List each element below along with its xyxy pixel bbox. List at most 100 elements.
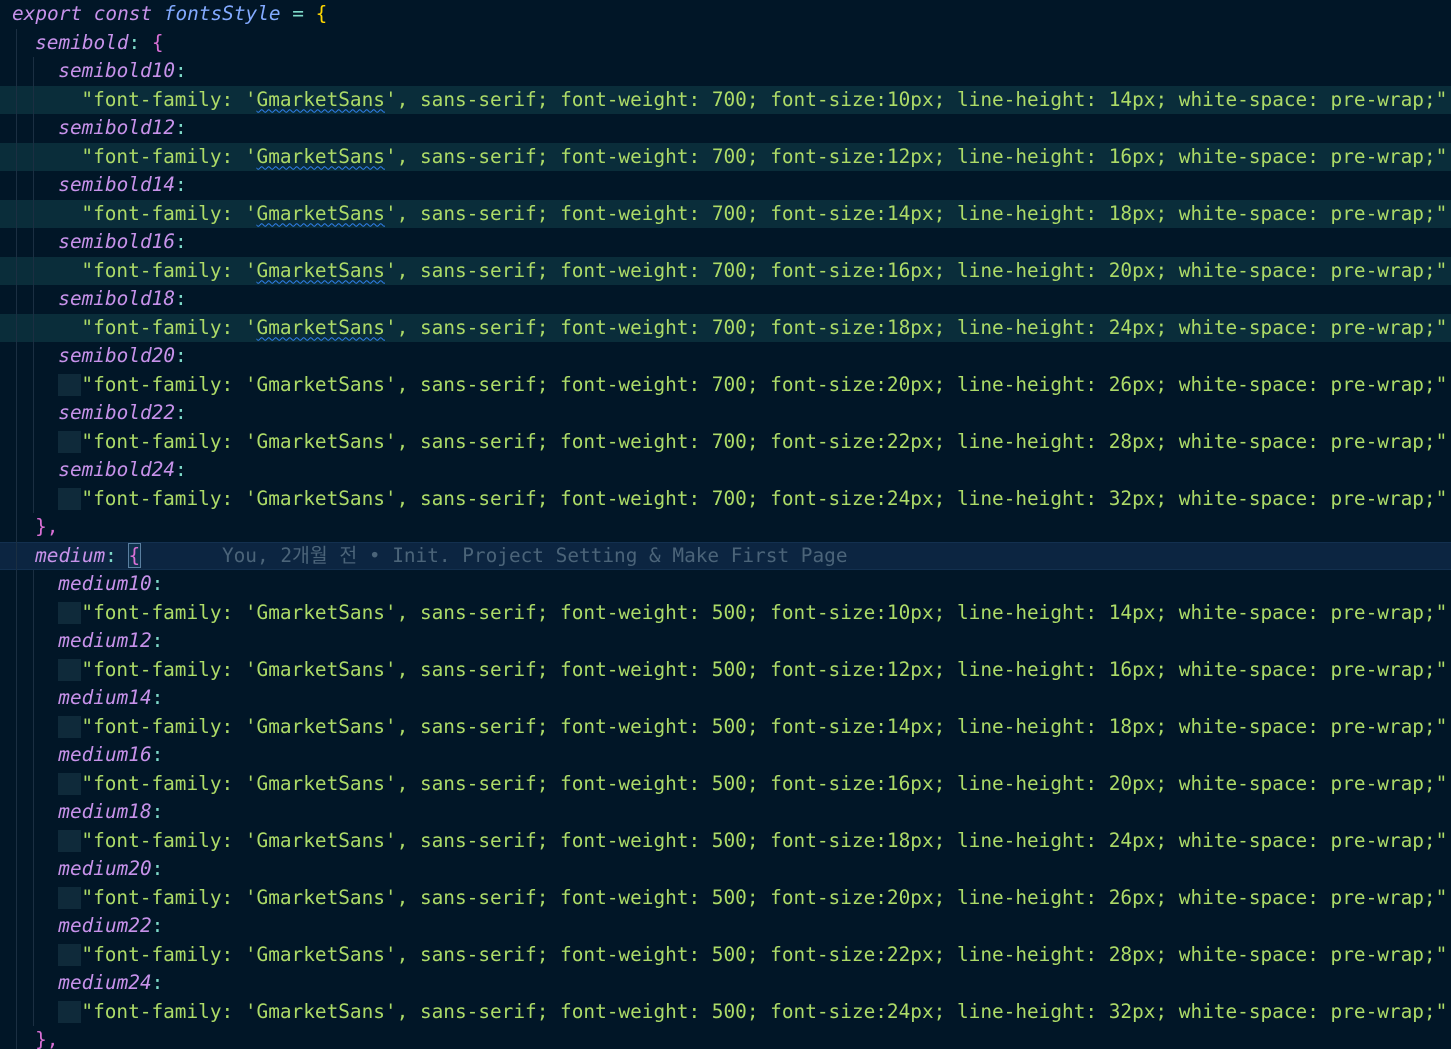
entry-key: semibold24 [58, 458, 176, 481]
assign-operator: = [280, 2, 316, 25]
colon: : [105, 543, 129, 567]
entry-key: medium24 [58, 971, 152, 994]
code-line[interactable]: semibold16: [0, 228, 1451, 257]
entry-key: semibold20 [58, 344, 176, 367]
code-line[interactable]: medium16: [0, 741, 1451, 770]
entry-key: semibold14 [58, 173, 176, 196]
line-content: "font-family: 'GmarketSans', sans-serif;… [81, 86, 1451, 115]
code-line[interactable]: "font-family: 'GmarketSans', sans-serif;… [0, 998, 1451, 1027]
line-content: "font-family: 'GmarketSans', sans-serif;… [81, 428, 1451, 457]
close-brace: }, [35, 515, 59, 538]
code-line[interactable]: "font-family: 'GmarketSans', sans-serif;… [0, 485, 1451, 514]
group-key: semibold [35, 30, 129, 54]
code-line[interactable]: "font-family: 'GmarketSans', sans-serif;… [0, 656, 1451, 685]
code-line[interactable]: "font-family: 'GmarketSans', sans-serif;… [0, 599, 1451, 628]
line-content: "font-family: 'GmarketSans', sans-serif;… [81, 143, 1451, 172]
git-blame-annotation: You, 2개월 전 • Init. Project Setting & Mak… [221, 543, 848, 567]
line-content: "font-family: 'GmarketSans', sans-serif;… [81, 200, 1451, 229]
code-line[interactable]: semibold18: [0, 285, 1451, 314]
line-content: semibold14: [58, 171, 186, 200]
code-line[interactable]: "font-family: 'GmarketSans', sans-serif;… [0, 713, 1451, 742]
entry-value: "font-family: 'GmarketSans', sans-serif;… [81, 885, 1451, 909]
line-content: }, [35, 1026, 58, 1049]
code-line[interactable]: semibold12: [0, 114, 1451, 143]
line-content: semibold12: [58, 114, 186, 143]
colon: : [151, 686, 164, 709]
code-line[interactable]: "font-family: 'GmarketSans', sans-serif;… [0, 86, 1451, 115]
indent-guide [33, 57, 35, 513]
code-line[interactable]: medium: { You, 2개월 전 • Init. Project Set… [0, 542, 1451, 571]
colon: : [175, 230, 187, 253]
line-content: semibold24: [58, 456, 186, 485]
const-keyword: const [93, 2, 153, 25]
code-line[interactable]: medium22: [0, 912, 1451, 941]
code-line[interactable]: medium14: [0, 684, 1451, 713]
indent-guide [33, 570, 35, 1026]
code-line[interactable]: semibold14: [0, 171, 1451, 200]
line-content: "font-family: 'GmarketSans', sans-serif;… [81, 884, 1451, 913]
code-line[interactable]: medium12: [0, 627, 1451, 656]
spelling-squiggle[interactable]: GmarketSans [257, 145, 385, 168]
code-line[interactable]: "font-family: 'GmarketSans', sans-serif;… [0, 941, 1451, 970]
line-content: semibold18: [58, 285, 186, 314]
line-content: semibold22: [58, 399, 186, 428]
entry-value: "font-family: 'GmarketSans', sans-serif;… [81, 372, 1451, 396]
colon: : [128, 30, 152, 54]
code-line[interactable]: semibold20: [0, 342, 1451, 371]
line-content: "font-family: 'GmarketSans', sans-serif;… [81, 257, 1451, 286]
entry-key: medium14 [58, 686, 152, 709]
spelling-squiggle[interactable]: GmarketSans [257, 202, 385, 225]
line-content: "font-family: 'GmarketSans', sans-serif;… [81, 485, 1451, 514]
code-line[interactable]: }, [0, 1026, 1451, 1049]
colon: : [151, 857, 164, 880]
code-line[interactable]: "font-family: 'GmarketSans', sans-serif;… [0, 257, 1451, 286]
line-content: semibold: { [35, 29, 163, 58]
colon: : [151, 743, 164, 766]
colon: : [151, 629, 164, 652]
code-editor[interactable]: export const fontsStyle = {semibold: {se… [0, 0, 1451, 1049]
entry-key: medium16 [58, 743, 152, 766]
code-line[interactable]: medium10: [0, 570, 1451, 599]
entry-key: medium20 [58, 857, 152, 880]
code-line[interactable]: medium24: [0, 969, 1451, 998]
code-line[interactable]: medium18: [0, 798, 1451, 827]
colon: : [175, 458, 187, 481]
open-brace: { [127, 542, 142, 568]
code-line[interactable]: "font-family: 'GmarketSans', sans-serif;… [0, 143, 1451, 172]
spelling-squiggle[interactable]: GmarketSans [257, 259, 385, 282]
spelling-squiggle[interactable]: GmarketSans [257, 88, 385, 111]
entry-value: "font-family: 'GmarketSans', sans-serif;… [81, 258, 1451, 282]
entry-value: "font-family: 'GmarketSans', sans-serif;… [81, 486, 1451, 510]
code-line[interactable]: semibold24: [0, 456, 1451, 485]
indent-guide [16, 28, 17, 1049]
entry-key: semibold18 [58, 287, 176, 310]
line-content: }, [35, 513, 58, 542]
code-line[interactable]: }, [0, 513, 1451, 542]
variable-name: fontsStyle [163, 2, 281, 25]
code-line[interactable]: medium20: [0, 855, 1451, 884]
colon: : [175, 59, 187, 82]
code-line[interactable]: export const fontsStyle = { [0, 0, 1451, 29]
code-line[interactable]: "font-family: 'GmarketSans', sans-serif;… [0, 200, 1451, 229]
code-line[interactable]: "font-family: 'GmarketSans', sans-serif;… [0, 428, 1451, 457]
colon: : [175, 116, 187, 139]
colon: : [175, 173, 187, 196]
line-content: medium16: [58, 741, 163, 770]
entry-key: medium12 [58, 629, 152, 652]
code-line[interactable]: "font-family: 'GmarketSans', sans-serif;… [0, 770, 1451, 799]
code-line[interactable]: semibold22: [0, 399, 1451, 428]
open-brace: { [151, 30, 164, 54]
code-line[interactable]: "font-family: 'GmarketSans', sans-serif;… [0, 827, 1451, 856]
line-content: medium: { You, 2개월 전 • Init. Project Set… [35, 542, 848, 571]
line-content: semibold20: [58, 342, 186, 371]
code-line[interactable]: "font-family: 'GmarketSans', sans-serif;… [0, 314, 1451, 343]
entry-value: "font-family: 'GmarketSans', sans-serif;… [81, 999, 1451, 1023]
code-line[interactable]: "font-family: 'GmarketSans', sans-serif;… [0, 884, 1451, 913]
code-line[interactable]: semibold10: [0, 57, 1451, 86]
colon: : [175, 344, 187, 367]
code-line[interactable]: "font-family: 'GmarketSans', sans-serif;… [0, 371, 1451, 400]
code-line[interactable]: semibold: { [0, 29, 1451, 58]
spelling-squiggle[interactable]: GmarketSans [257, 316, 385, 339]
